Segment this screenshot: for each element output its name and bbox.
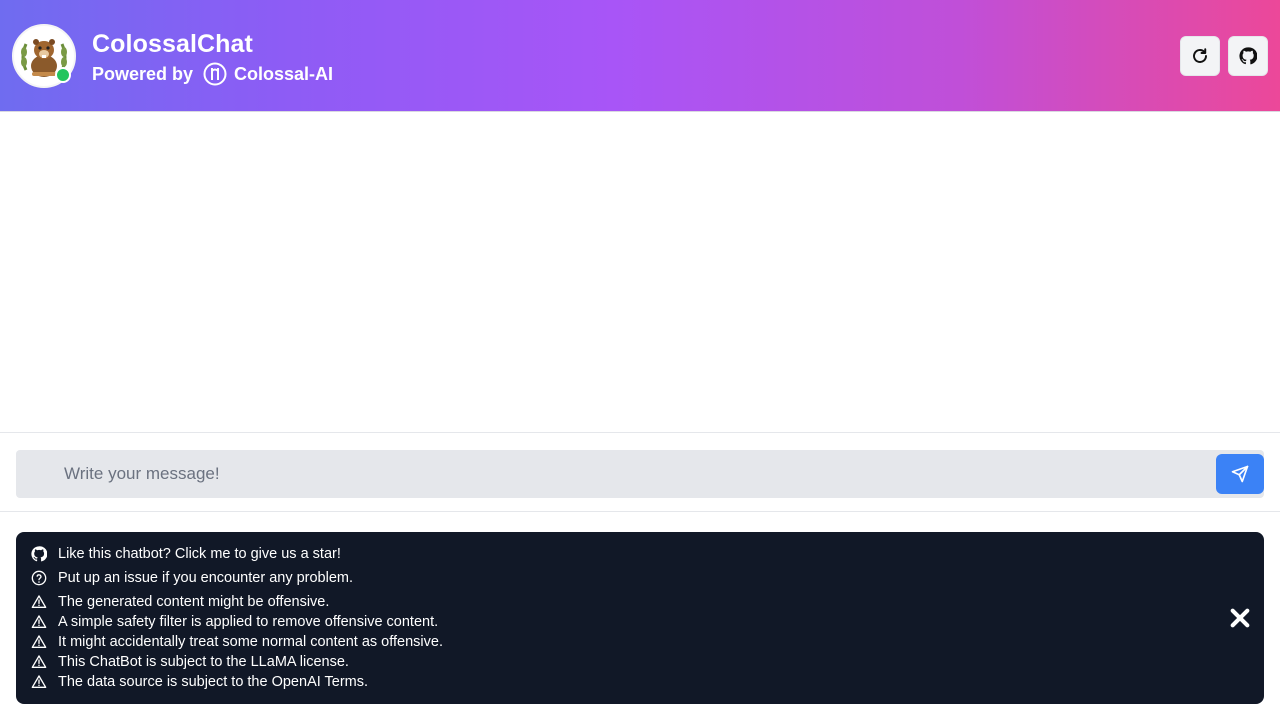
app-header: ColossalChat Powered by Colossal-AI [0, 0, 1280, 112]
notice-text: Put up an issue if you encounter any pro… [58, 570, 354, 586]
warning-notice: A simple safety filter is applied to rem… [30, 612, 438, 632]
message-composer [16, 450, 1264, 498]
colossal-ai-logo-icon [203, 62, 227, 86]
notice-text: This ChatBot is subject to the LLaMA lic… [58, 654, 349, 670]
warning-notice: It might accidentally treat some normal … [30, 632, 443, 652]
send-icon [1231, 465, 1249, 483]
notice-text: The generated content might be offensive… [58, 594, 330, 610]
notice-text: A simple safety filter is applied to rem… [58, 614, 439, 630]
github-button[interactable] [1228, 36, 1268, 76]
app-title: ColossalChat [92, 30, 253, 58]
github-icon [1239, 47, 1257, 65]
issue-notice[interactable]: Put up an issue if you encounter any pro… [30, 568, 353, 588]
github-icon [30, 545, 48, 563]
composer-top-divider [0, 432, 1280, 433]
notice-text: It might accidentally treat some normal … [58, 634, 443, 650]
powered-by: Powered by Colossal-AI [92, 62, 333, 86]
refresh-button[interactable] [1180, 36, 1220, 76]
close-icon [1230, 608, 1250, 628]
question-icon [30, 569, 48, 587]
notice-text: The data source is subject to the OpenAI… [58, 674, 369, 690]
warning-notice: The data source is subject to the OpenAI… [30, 672, 368, 692]
warning-notice: This ChatBot is subject to the LLaMA lic… [30, 652, 349, 672]
warning-icon [30, 593, 48, 611]
close-notice-button[interactable] [1228, 606, 1252, 630]
composer-bottom-divider [0, 511, 1280, 512]
notice-text: Like this chatbot? Click me to give us a… [58, 546, 341, 562]
warning-icon [30, 673, 48, 691]
warning-icon [30, 653, 48, 671]
brand-label: Colossal-AI [234, 63, 334, 84]
warning-icon [30, 633, 48, 651]
warning-notice: The generated content might be offensive… [30, 592, 329, 612]
online-status-dot [55, 67, 71, 83]
star-notice[interactable]: Like this chatbot? Click me to give us a… [30, 544, 341, 564]
notice-panel: Like this chatbot? Click me to give us a… [16, 532, 1264, 704]
warning-icon [30, 613, 48, 631]
powered-by-label: Powered by [92, 63, 194, 84]
refresh-icon [1193, 48, 1207, 63]
message-input[interactable] [52, 450, 1202, 498]
send-button[interactable] [1216, 454, 1264, 494]
